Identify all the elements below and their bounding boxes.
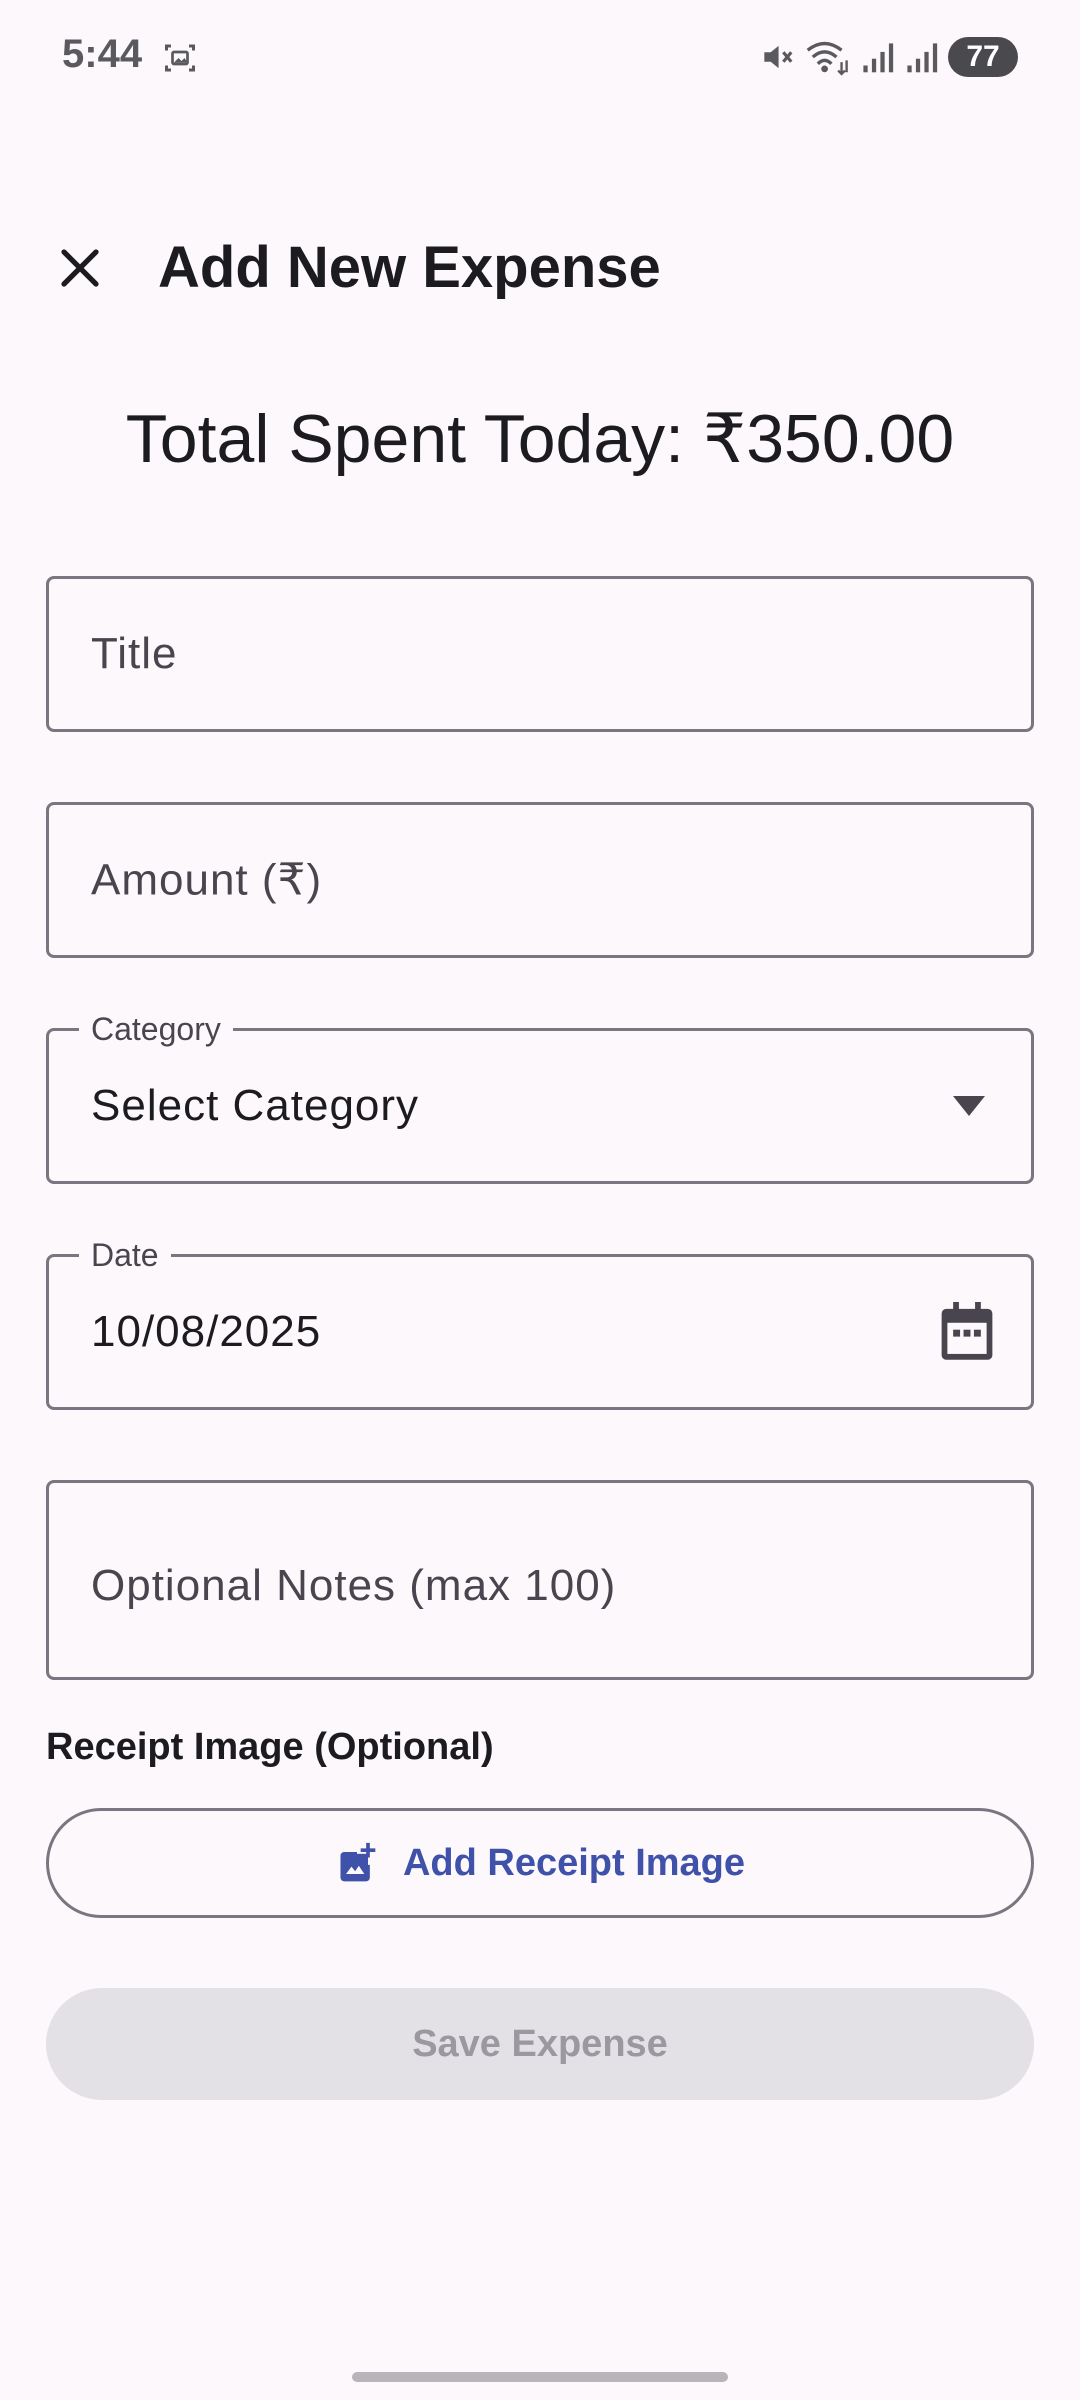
mute-icon bbox=[764, 45, 793, 69]
date-value: 10/08/2025 bbox=[91, 1307, 322, 1356]
calendar-icon[interactable] bbox=[939, 1302, 995, 1362]
category-value: Select Category bbox=[91, 1081, 420, 1130]
status-icons: 77 bbox=[758, 36, 1018, 78]
home-indicator[interactable] bbox=[352, 2372, 728, 2382]
category-label: Category bbox=[79, 1009, 233, 1049]
status-bar: 5:44 77 bbox=[0, 0, 1080, 115]
category-dropdown[interactable]: Category Select Category bbox=[46, 1009, 1034, 1184]
date-label: Date bbox=[79, 1235, 171, 1275]
title-field[interactable]: Title bbox=[46, 576, 1034, 732]
title-placeholder: Title bbox=[91, 629, 178, 678]
date-field[interactable]: Date 10/08/2025 bbox=[46, 1235, 1034, 1410]
notes-field[interactable]: Optional Notes (max 100) bbox=[46, 1480, 1034, 1680]
page-title: Add New Expense bbox=[158, 235, 661, 300]
close-button[interactable] bbox=[42, 230, 118, 306]
add-receipt-image-button[interactable]: Add Receipt Image bbox=[46, 1808, 1034, 1918]
total-spent-today: Total Spent Today: ₹350.00 bbox=[125, 401, 955, 477]
receipt-image-label: Receipt Image (Optional) bbox=[46, 1726, 494, 1768]
amount-placeholder: Amount (₹) bbox=[91, 855, 323, 905]
signal-icon bbox=[863, 43, 894, 73]
save-expense-button[interactable]: Save Expense bbox=[46, 1988, 1034, 2100]
save-expense-label: Save Expense bbox=[412, 2022, 668, 2065]
signal-icon bbox=[907, 43, 938, 73]
dropdown-arrow-icon bbox=[953, 1096, 985, 1116]
add-receipt-image-label: Add Receipt Image bbox=[402, 1841, 746, 1884]
wifi-icon bbox=[806, 41, 848, 76]
battery-indicator: 77 bbox=[948, 37, 1018, 77]
amount-field[interactable]: Amount (₹) bbox=[46, 802, 1034, 958]
status-time: 5:44 bbox=[62, 32, 143, 76]
notes-placeholder: Optional Notes (max 100) bbox=[91, 1561, 617, 1610]
add-photo-icon bbox=[340, 1842, 376, 1882]
screenshot-icon bbox=[165, 44, 195, 72]
close-icon bbox=[61, 249, 99, 287]
